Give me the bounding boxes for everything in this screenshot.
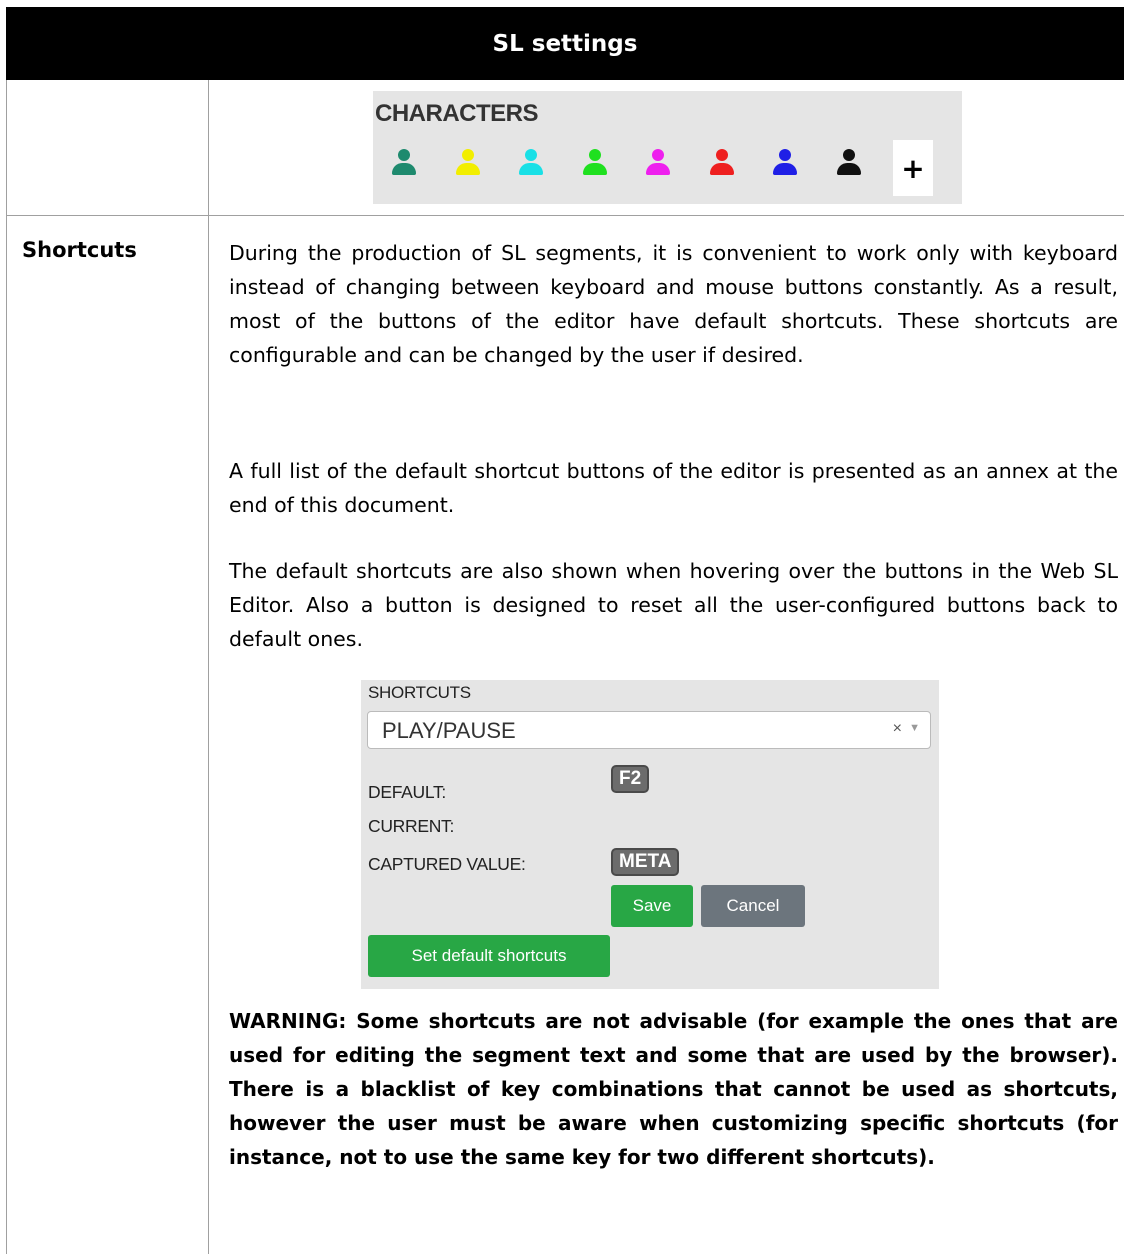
table-rule (6, 215, 1124, 216)
table-header: SL settings (6, 7, 1124, 80)
captured-key-badge: META (611, 848, 680, 876)
user-icon[interactable] (582, 149, 608, 177)
characters-panel: CHARACTERS (373, 91, 962, 204)
shortcuts-panel: SHORTCUTS PLAY/PAUSE × ▼ DEFAULT: F2 CUR… (361, 680, 939, 989)
cancel-button[interactable]: Cancel (701, 885, 805, 927)
save-button[interactable]: Save (611, 885, 693, 927)
user-icon[interactable] (391, 149, 417, 177)
user-icon[interactable] (836, 149, 862, 177)
characters-title: CHARACTERS (375, 100, 539, 127)
table-rule (6, 80, 7, 1254)
warning-text: WARNING: Some shortcuts are not advisabl… (229, 1009, 1118, 1169)
shortcut-select[interactable]: PLAY/PAUSE × ▼ (367, 711, 931, 749)
document-page: SL settings CHARACTERS + Shortcuts Durin… (0, 0, 1124, 1254)
shortcuts-title: SHORTCUTS (368, 683, 471, 702)
table-rule (208, 80, 209, 1254)
user-icon[interactable] (709, 149, 735, 177)
user-icon[interactable] (772, 149, 798, 177)
paragraph: A full list of the default shortcut butt… (229, 459, 1118, 517)
paragraph: The default shortcuts are also shown whe… (229, 559, 1118, 651)
plus-icon: + (901, 151, 925, 185)
row-label-shortcuts: Shortcuts (22, 238, 137, 262)
captured-value-label: CAPTURED VALUE: (368, 854, 526, 874)
clear-icon[interactable]: × (893, 720, 902, 738)
user-icon[interactable] (518, 149, 544, 177)
default-label: DEFAULT: (368, 782, 446, 802)
default-key-badge: F2 (611, 765, 650, 793)
shortcut-select-value: PLAY/PAUSE (382, 718, 516, 743)
paragraph: During the production of SL segments, it… (229, 241, 1118, 367)
current-label: CURRENT: (368, 816, 455, 836)
set-default-shortcuts-button[interactable]: Set default shortcuts (368, 935, 610, 977)
user-icon[interactable] (455, 149, 481, 177)
add-character-button[interactable]: + (893, 140, 933, 196)
user-icon[interactable] (645, 149, 671, 177)
chevron-down-icon[interactable]: ▼ (909, 722, 920, 734)
table-header-title: SL settings (492, 30, 638, 57)
